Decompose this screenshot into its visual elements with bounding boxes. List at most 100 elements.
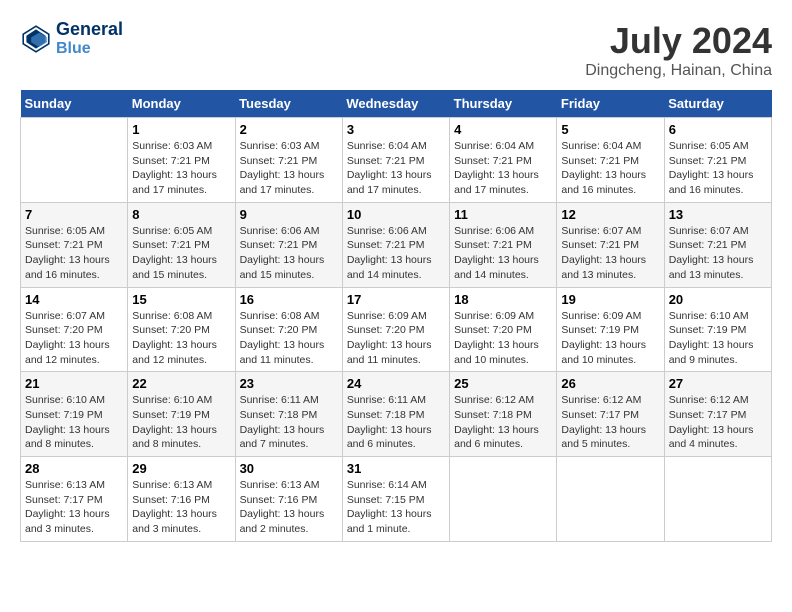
sunset-label: Sunset: 7:19 PM <box>132 409 210 421</box>
daylight-label: Daylight: 13 hours and 13 minutes. <box>561 254 646 281</box>
calendar-cell: 19Sunrise: 6:09 AMSunset: 7:19 PMDayligh… <box>557 287 664 372</box>
day-info: Sunrise: 6:09 AMSunset: 7:20 PMDaylight:… <box>454 309 552 368</box>
day-info: Sunrise: 6:03 AMSunset: 7:21 PMDaylight:… <box>240 139 338 198</box>
day-number: 8 <box>132 207 230 222</box>
calendar-cell: 31 Sunrise: 6:14 AMSunset: 7:15 PMDayligh… <box>342 457 449 542</box>
calendar-cell: 20Sunrise: 6:10 AMSunset: 7:19 PMDayligh… <box>664 287 771 372</box>
calendar-cell: 5Sunrise: 6:04 AMSunset: 7:21 PMDaylight… <box>557 118 664 203</box>
sunset-label: Sunset: 7:21 PM <box>240 239 318 251</box>
day-number: 23 <box>240 376 338 391</box>
day-info: Sunrise: 6:09 AMSunset: 7:19 PMDaylight:… <box>561 309 659 368</box>
col-thursday: Thursday <box>450 90 557 118</box>
calendar-cell: 8Sunrise: 6:05 AMSunset: 7:21 PMDaylight… <box>128 202 235 287</box>
sunrise-label: Sunrise: 6:14 AM <box>347 479 427 491</box>
daylight-label: Daylight: 13 hours and 17 minutes. <box>454 169 539 196</box>
calendar-week-row: 14Sunrise: 6:07 AMSunset: 7:20 PMDayligh… <box>21 287 772 372</box>
daylight-label: Daylight: 13 hours and 17 minutes. <box>132 169 217 196</box>
sunrise-label: Sunrise: 6:03 AM <box>240 140 320 152</box>
day-number: 3 <box>347 122 445 137</box>
sunrise-label: Sunrise: 6:06 AM <box>347 225 427 237</box>
day-info: Sunrise: 6:06 AMSunset: 7:21 PMDaylight:… <box>454 224 552 283</box>
sunrise-label: Sunrise: 6:07 AM <box>561 225 641 237</box>
calendar-cell: 21Sunrise: 6:10 AMSunset: 7:19 PMDayligh… <box>21 372 128 457</box>
calendar-cell: 1Sunrise: 6:03 AMSunset: 7:21 PMDaylight… <box>128 118 235 203</box>
sunset-label: Sunset: 7:18 PM <box>454 409 532 421</box>
sunset-label: Sunset: 7:16 PM <box>240 494 318 506</box>
calendar-cell: 23 Sunrise: 6:11 AMSunset: 7:18 PMDayligh… <box>235 372 342 457</box>
sunrise-label: Sunrise: 6:03 AM <box>132 140 212 152</box>
calendar-header-row: Sunday Monday Tuesday Wednesday Thursday… <box>21 90 772 118</box>
day-number: 19 <box>561 292 659 307</box>
calendar-cell: 9Sunrise: 6:06 AMSunset: 7:21 PMDaylight… <box>235 202 342 287</box>
col-friday: Friday <box>557 90 664 118</box>
daylight-label: Daylight: 13 hours and 12 minutes. <box>132 339 217 366</box>
calendar-table: Sunday Monday Tuesday Wednesday Thursday… <box>20 90 772 542</box>
sunset-label: Sunset: 7:21 PM <box>669 239 747 251</box>
day-number: 4 <box>454 122 552 137</box>
daylight-label: Daylight: 13 hours and 17 minutes. <box>240 169 325 196</box>
day-info: Sunrise: 6:07 AM Sunset: 7:21 PM Daylight:… <box>561 224 659 283</box>
day-number: 25 <box>454 376 552 391</box>
sunset-label: Sunset: 7:19 PM <box>25 409 103 421</box>
day-number: 16 <box>240 292 338 307</box>
day-info: Sunrise: 6:09 AMSunset: 7:20 PMDaylight:… <box>347 309 445 368</box>
sunset-label: Sunset: 7:19 PM <box>669 324 747 336</box>
daylight-label: Daylight: 13 hours and 6 minutes. <box>454 424 539 451</box>
calendar-cell: 26Sunrise: 6:12 AMSunset: 7:17 PMDayligh… <box>557 372 664 457</box>
calendar-cell <box>21 118 128 203</box>
title-block: July 2024 Dingcheng, Hainan, China <box>585 20 772 80</box>
calendar-cell: 25 Sunrise: 6:12 AMSunset: 7:18 PMDayligh… <box>450 372 557 457</box>
calendar-cell: 30Sunrise: 6:13 AMSunset: 7:16 PMDayligh… <box>235 457 342 542</box>
day-number: 10 <box>347 207 445 222</box>
daylight-label: Daylight: 13 hours and 17 minutes. <box>347 169 432 196</box>
calendar-cell: 2 Sunrise: 6:03 AMSunset: 7:21 PMDaylight… <box>235 118 342 203</box>
calendar-cell: 16Sunrise: 6:08 AMSunset: 7:20 PMDayligh… <box>235 287 342 372</box>
day-number: 31 <box>347 461 445 476</box>
sunset-label: Sunset: 7:20 PM <box>240 324 318 336</box>
daylight-label: Daylight: 13 hours and 16 minutes. <box>561 169 646 196</box>
day-info: Sunrise: 6:12 AMSunset: 7:17 PMDaylight:… <box>561 393 659 452</box>
day-info: Sunrise: 6:12 AMSunset: 7:18 PMDaylight:… <box>454 393 552 452</box>
daylight-label: Daylight: 13 hours and 10 minutes. <box>454 339 539 366</box>
day-number: 18 <box>454 292 552 307</box>
sunrise-label: Sunrise: 6:09 AM <box>561 310 641 322</box>
sunrise-label: Sunrise: 6:12 AM <box>669 394 749 406</box>
sunrise-label: Sunrise: 6:07 AM <box>25 310 105 322</box>
sunrise-label: Sunrise: 6:07 AM <box>669 225 749 237</box>
calendar-cell: 13Sunrise: 6:07 AMSunset: 7:21 PMDayligh… <box>664 202 771 287</box>
sunrise-label: Sunrise: 6:11 AM <box>240 394 319 406</box>
day-info: Sunrise: 6:11 AMSunset: 7:18 PMDaylight:… <box>240 393 338 452</box>
calendar-cell: 15Sunrise: 6:08 AMSunset: 7:20 PMDayligh… <box>128 287 235 372</box>
day-number: 20 <box>669 292 767 307</box>
logo-text: General Blue <box>56 20 123 57</box>
sunset-label: Sunset: 7:21 PM <box>561 239 639 251</box>
sunrise-label: Sunrise: 6:04 AM <box>561 140 641 152</box>
sunrise-label: Sunrise: 6:06 AM <box>240 225 320 237</box>
sunset-label: Sunset: 7:20 PM <box>132 324 210 336</box>
sunset-label: Sunset: 7:21 PM <box>347 239 425 251</box>
calendar-cell <box>557 457 664 542</box>
sunrise-label: Sunrise: 6:13 AM <box>240 479 320 491</box>
calendar-week-row: 7Sunrise: 6:05 AMSunset: 7:21 PMDaylight… <box>21 202 772 287</box>
sunset-label: Sunset: 7:21 PM <box>347 155 425 167</box>
day-number: 2 <box>240 122 338 137</box>
sunrise-label: Sunrise: 6:10 AM <box>669 310 749 322</box>
sunset-label: Sunset: 7:19 PM <box>561 324 639 336</box>
sunset-label: Sunset: 7:20 PM <box>454 324 532 336</box>
day-number: 24 <box>347 376 445 391</box>
calendar-week-row: 28Sunrise: 6:13 AMSunset: 7:17 PMDayligh… <box>21 457 772 542</box>
day-info: Sunrise: 6:14 AMSunset: 7:15 PMDaylight:… <box>347 478 445 537</box>
day-info: Sunrise: 6:06 AMSunset: 7:21 PMDaylight:… <box>347 224 445 283</box>
sunset-label: Sunset: 7:21 PM <box>132 239 210 251</box>
daylight-label: Daylight: 13 hours and 16 minutes. <box>25 254 110 281</box>
day-info: Sunrise: 6:13 AMSunset: 7:17 PMDaylight:… <box>25 478 123 537</box>
sunrise-label: Sunrise: 6:08 AM <box>132 310 212 322</box>
day-info: Sunrise: 6:08 AM Sunset: 7:20 PM Daylight:… <box>132 309 230 368</box>
day-number: 7 <box>25 207 123 222</box>
sunrise-label: Sunrise: 6:05 AM <box>25 225 105 237</box>
day-info: Sunrise: 6:05 AMSunset: 7:21 PMDaylight:… <box>25 224 123 283</box>
sunrise-label: Sunrise: 6:05 AM <box>132 225 212 237</box>
calendar-cell <box>664 457 771 542</box>
sunrise-label: Sunrise: 6:10 AM <box>25 394 105 406</box>
location-subtitle: Dingcheng, Hainan, China <box>585 62 772 80</box>
